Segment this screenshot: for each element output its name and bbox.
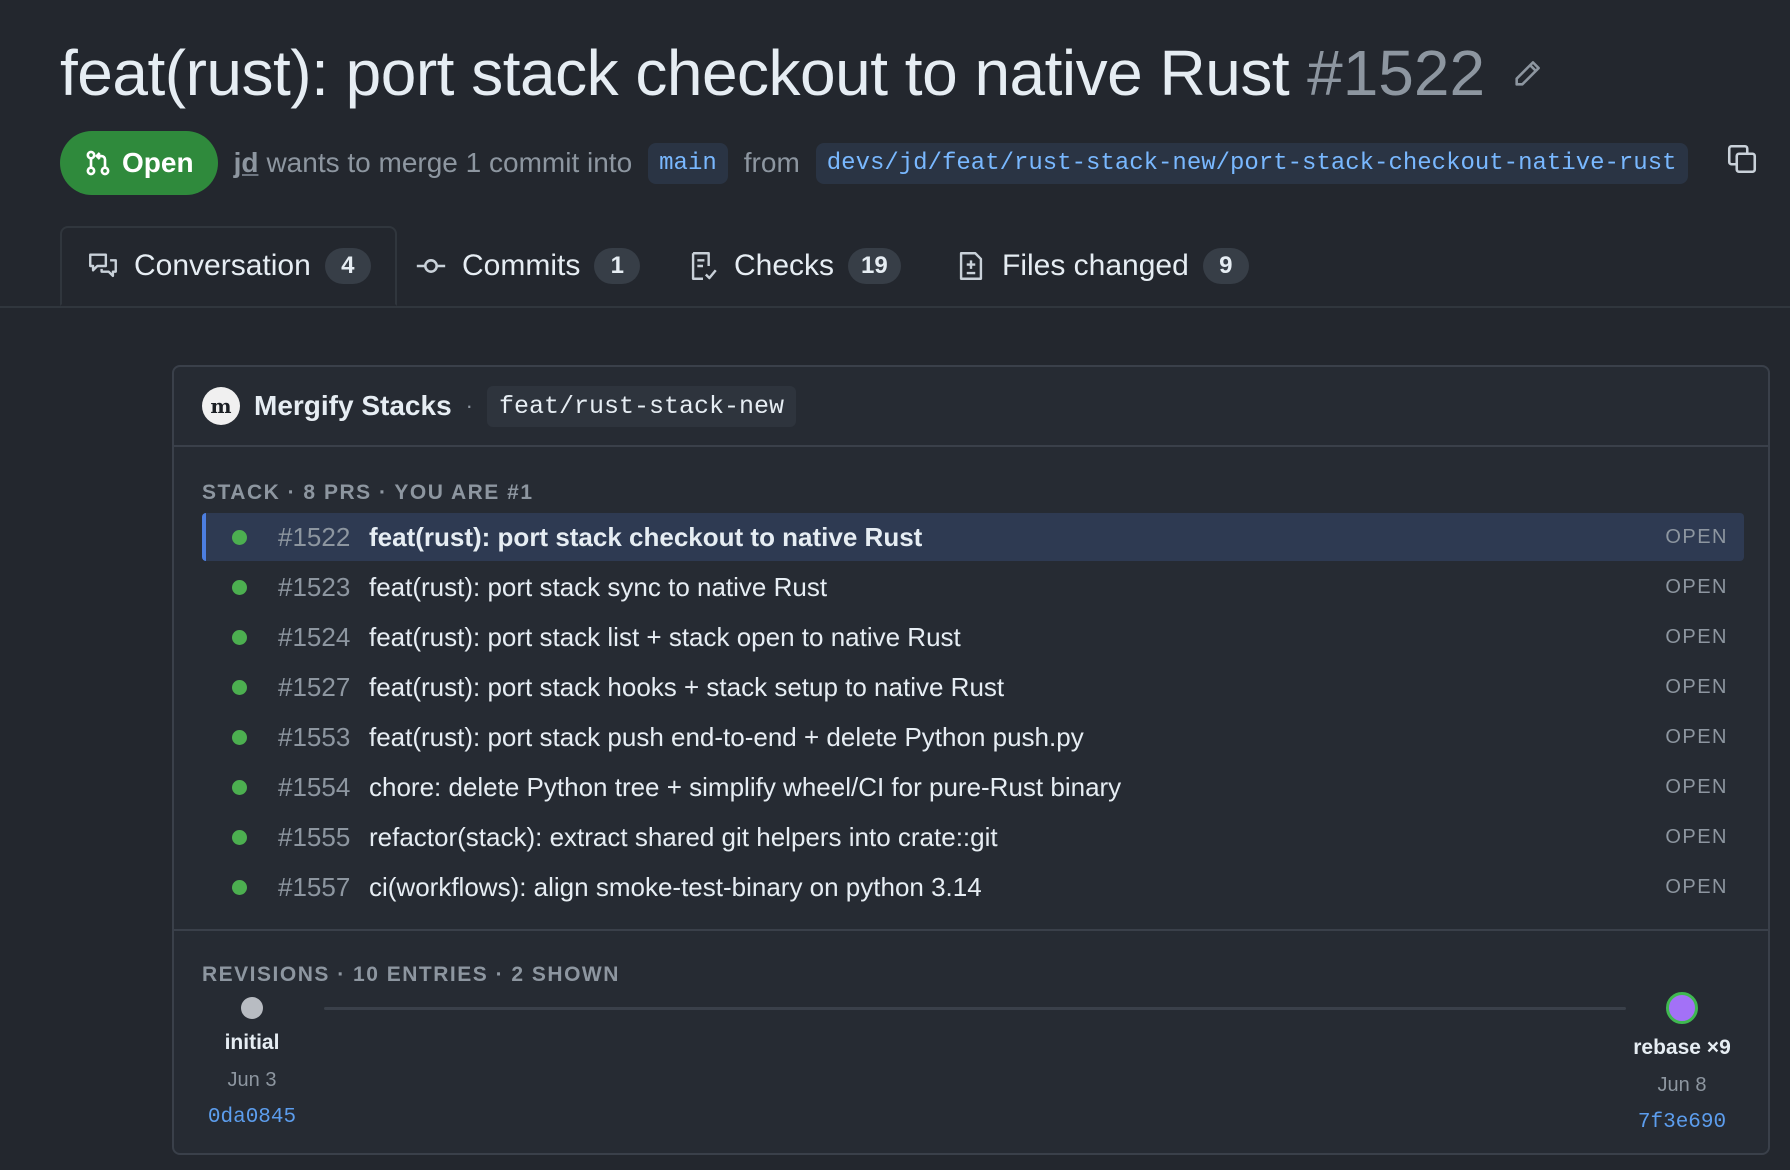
tab-label: Conversation [134, 249, 311, 282]
stack-item-state: OPEN [1665, 825, 1728, 848]
tab-files-changed[interactable]: Files changed 9 [954, 226, 1249, 306]
pr-number: #1522 [1307, 37, 1486, 109]
merge-text: wants to merge 1 commit into [266, 147, 633, 178]
revision-name: initial [224, 1031, 280, 1054]
stack-label: STACK · 8 PRS · YOU ARE #1 [202, 481, 534, 504]
head-branch[interactable]: devs/jd/feat/rust-stack-new/port-stack-c… [815, 142, 1688, 184]
tab-label: Checks [734, 249, 835, 282]
revision-date: Jun 3 [227, 1069, 277, 1091]
stack-item-state: OPEN [1665, 625, 1728, 648]
stack-item-current[interactable]: #1522 feat(rust): port stack checkout to… [202, 513, 1744, 561]
pr-title: feat(rust): port stack checkout to nativ… [60, 37, 1290, 109]
tab-conversation[interactable]: Conversation 4 [60, 226, 397, 306]
stack-item[interactable]: #1524 feat(rust): port stack list + stac… [202, 613, 1744, 661]
revision-timeline [324, 1007, 1626, 1010]
stack-item-number: #1557 [278, 871, 351, 902]
stack-item-state: OPEN [1665, 575, 1728, 598]
stack-item-title: feat(rust): port stack hooks + stack set… [369, 671, 1005, 702]
git-pull-request-icon [86, 150, 110, 176]
mergify-logo-icon: m [202, 387, 240, 425]
stack-item-state: OPEN [1665, 525, 1728, 548]
status-dot [232, 779, 247, 795]
base-branch[interactable]: main [648, 142, 728, 184]
tab-count: 1 [594, 248, 641, 284]
stack-item[interactable]: #1557 ci(workflows): align smoke-test-bi… [202, 863, 1744, 911]
stack-list: #1522 feat(rust): port stack checkout to… [202, 513, 1744, 913]
revision-name: rebase ×9 [1633, 1036, 1731, 1059]
stack-item-title: chore: delete Python tree + simplify whe… [369, 771, 1122, 802]
section-divider [174, 929, 1768, 931]
stack-panel-header: m Mergify Stacks · feat/rust-stack-new [174, 367, 1768, 447]
stack-item[interactable]: #1554 chore: delete Python tree + simpli… [202, 763, 1744, 811]
stack-item-state: OPEN [1665, 725, 1728, 748]
status-dot [232, 529, 247, 545]
stack-panel: m Mergify Stacks · feat/rust-stack-new S… [172, 365, 1770, 1155]
from-text: from [743, 147, 800, 178]
stack-branch: feat/rust-stack-new [486, 385, 797, 427]
stack-item-state: OPEN [1665, 675, 1728, 698]
file-diff-icon [959, 252, 983, 280]
stack-item-number: #1522 [278, 521, 351, 552]
revision-sha[interactable]: 7f3e690 [1638, 1111, 1726, 1134]
revision-dot [241, 997, 263, 1019]
app-name: Mergify Stacks [254, 390, 452, 421]
revision-sha[interactable]: 0da0845 [208, 1106, 296, 1129]
status-dot [232, 729, 247, 745]
pr-tabs: Conversation 4 Commits 1 Checks 19 Files… [0, 226, 1790, 308]
tab-label: Files changed [1002, 249, 1189, 282]
copy-icon[interactable] [1724, 141, 1760, 177]
revision-date: Jun 8 [1657, 1074, 1707, 1096]
status-dot [232, 629, 247, 645]
tab-count: 9 [1202, 248, 1249, 284]
stack-item-title: feat(rust): port stack sync to native Ru… [369, 571, 828, 602]
pr-meta: Open jd wants to merge 1 commit into mai… [60, 131, 1696, 195]
comment-discussion-icon [89, 253, 117, 278]
stack-item-number: #1555 [278, 821, 351, 852]
tab-checks[interactable]: Checks 19 [686, 226, 901, 306]
stack-item-title: ci(workflows): align smoke-test-binary o… [369, 871, 982, 902]
checklist-icon [691, 252, 717, 280]
pencil-icon[interactable] [1511, 56, 1545, 90]
stack-item-number: #1524 [278, 621, 351, 652]
stack-item[interactable]: #1523 feat(rust): port stack sync to nat… [202, 563, 1744, 611]
stack-item-title: refactor(stack): extract shared git help… [369, 821, 998, 852]
separator: · [465, 393, 473, 418]
stack-item[interactable]: #1555 refactor(stack): extract shared gi… [202, 813, 1744, 861]
pr-title-row: feat(rust): port stack checkout to nativ… [60, 36, 1545, 110]
stack-item-state: OPEN [1665, 775, 1728, 798]
stack-item-title: feat(rust): port stack checkout to nativ… [369, 521, 923, 552]
git-commit-icon [416, 259, 446, 273]
stack-item-number: #1527 [278, 671, 351, 702]
author-link[interactable]: jd [234, 147, 259, 179]
status-badge: Open [60, 131, 218, 195]
stack-item-number: #1523 [278, 571, 351, 602]
revision-dot-current [1666, 992, 1698, 1024]
status-dot [232, 579, 247, 595]
revision-rebase[interactable]: rebase ×9 Jun 8 7f3e690 [1622, 992, 1742, 1134]
status-dot [232, 829, 247, 845]
tab-count: 4 [324, 248, 371, 284]
stack-item[interactable]: #1527 feat(rust): port stack hooks + sta… [202, 663, 1744, 711]
tab-count: 19 [848, 248, 901, 284]
stack-item[interactable]: #1553 feat(rust): port stack push end-to… [202, 713, 1744, 761]
revision-initial[interactable]: initial Jun 3 0da0845 [208, 997, 296, 1129]
revisions-label: REVISIONS · 10 ENTRIES · 2 SHOWN [202, 963, 620, 986]
tab-commits[interactable]: Commits 1 [414, 226, 641, 306]
stack-item-title: feat(rust): port stack push end-to-end +… [369, 721, 1084, 752]
stack-item-number: #1554 [278, 771, 351, 802]
tab-label: Commits [462, 249, 581, 282]
stack-item-title: feat(rust): port stack list + stack open… [369, 621, 961, 652]
status-badge-label: Open [122, 147, 194, 178]
status-dot [232, 679, 247, 695]
status-dot [232, 879, 247, 895]
stack-item-number: #1553 [278, 721, 351, 752]
stack-item-state: OPEN [1665, 875, 1728, 898]
